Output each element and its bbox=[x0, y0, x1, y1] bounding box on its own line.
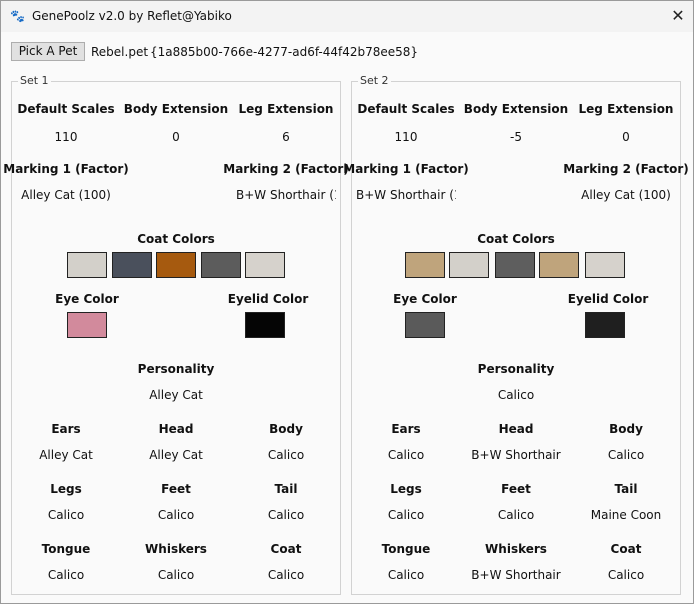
set1-group: Set 1 Default Scales Body Extension Leg … bbox=[3, 74, 349, 595]
ears-label: Ears bbox=[51, 422, 81, 436]
body-extension-value: -5 bbox=[510, 130, 522, 144]
marking2-label: Marking 2 (Factor) bbox=[563, 162, 689, 176]
head-label: Head bbox=[158, 422, 194, 436]
personality-label: Personality bbox=[137, 362, 215, 376]
tongue-value: Calico bbox=[47, 568, 85, 582]
close-icon[interactable]: ✕ bbox=[669, 7, 687, 25]
set1-title: Set 1 bbox=[18, 74, 51, 87]
head-value: Alley Cat bbox=[149, 448, 203, 462]
tongue-label: Tongue bbox=[381, 542, 431, 556]
eye-color-swatch[interactable] bbox=[405, 312, 445, 338]
whiskers-value: B+W Shorthair bbox=[471, 568, 561, 582]
coat-value: Calico bbox=[267, 568, 305, 582]
coat-label: Coat bbox=[610, 542, 642, 556]
body-extension-label: Body Extension bbox=[463, 102, 569, 116]
body-label: Body bbox=[269, 422, 303, 436]
personality-value: Calico bbox=[497, 388, 535, 402]
coat-color-swatch-2[interactable] bbox=[112, 252, 152, 278]
feet-label: Feet bbox=[161, 482, 191, 496]
legs-value: Calico bbox=[387, 508, 425, 522]
coat-value: Calico bbox=[607, 568, 645, 582]
marking2-value: Alley Cat (100) bbox=[581, 188, 671, 202]
leg-extension-label: Leg Extension bbox=[578, 102, 674, 116]
coat-color-swatch-1[interactable] bbox=[67, 252, 107, 278]
ears-label: Ears bbox=[391, 422, 421, 436]
coat-color-swatch-3[interactable] bbox=[495, 252, 535, 278]
personality-label: Personality bbox=[477, 362, 555, 376]
tongue-value: Calico bbox=[387, 568, 425, 582]
leg-extension-label: Leg Extension bbox=[238, 102, 334, 116]
tail-label: Tail bbox=[274, 482, 298, 496]
title-bar: 🐾 GenePoolz v2.0 by Reflet@Yabiko ✕ bbox=[1, 1, 693, 32]
body-value: Calico bbox=[267, 448, 305, 462]
ears-value: Alley Cat bbox=[39, 448, 93, 462]
default-scales-value: 110 bbox=[54, 130, 78, 144]
set2-title: Set 2 bbox=[358, 74, 391, 87]
whiskers-value: Calico bbox=[157, 568, 195, 582]
tongue-label: Tongue bbox=[41, 542, 91, 556]
marking1-value: B+W Shorthair (100) bbox=[356, 188, 456, 202]
ears-value: Calico bbox=[387, 448, 425, 462]
set2-group: Set 2 Default Scales Body Extension Leg … bbox=[343, 74, 689, 595]
window-title: GenePoolz v2.0 by Reflet@Yabiko bbox=[32, 9, 232, 23]
body-extension-label: Body Extension bbox=[123, 102, 229, 116]
legs-value: Calico bbox=[47, 508, 85, 522]
legs-label: Legs bbox=[390, 482, 422, 496]
legs-label: Legs bbox=[50, 482, 82, 496]
head-label: Head bbox=[498, 422, 534, 436]
eye-color-label: Eye Color bbox=[55, 292, 119, 306]
eye-color-label: Eye Color bbox=[393, 292, 457, 306]
coat-colors-label: Coat Colors bbox=[477, 232, 555, 246]
tail-value: Maine Coon bbox=[590, 508, 662, 522]
file-name: Rebel.pet bbox=[91, 45, 149, 59]
paw-icon: 🐾 bbox=[10, 9, 25, 23]
head-value: B+W Shorthair bbox=[471, 448, 561, 462]
coat-color-swatch-5[interactable] bbox=[245, 252, 285, 278]
coat-label: Coat bbox=[270, 542, 302, 556]
tail-value: Calico bbox=[267, 508, 305, 522]
leg-extension-value: 0 bbox=[622, 130, 630, 144]
pet-guid: {1a885b00-766e-4277-ad6f-44f42b78ee58} bbox=[150, 45, 419, 59]
marking1-value: Alley Cat (100) bbox=[21, 188, 111, 202]
app-window: 🐾 GenePoolz v2.0 by Reflet@Yabiko ✕ Pick… bbox=[0, 0, 694, 604]
marking2-value: B+W Shorthair (100) bbox=[236, 188, 336, 202]
feet-value: Calico bbox=[157, 508, 195, 522]
coat-color-swatch-2[interactable] bbox=[449, 252, 489, 278]
default-scales-label: Default Scales bbox=[17, 102, 115, 116]
whiskers-label: Whiskers bbox=[485, 542, 547, 556]
coat-color-swatch-4[interactable] bbox=[539, 252, 579, 278]
coat-color-swatch-4[interactable] bbox=[201, 252, 241, 278]
coat-color-swatch-5[interactable] bbox=[585, 252, 625, 278]
eyelid-color-swatch[interactable] bbox=[585, 312, 625, 338]
client-area: Pick A Pet Rebel.pet {1a885b00-766e-4277… bbox=[1, 32, 693, 603]
body-value: Calico bbox=[607, 448, 645, 462]
body-label: Body bbox=[609, 422, 643, 436]
pick-pet-button[interactable]: Pick A Pet bbox=[11, 42, 85, 61]
coat-color-swatch-3[interactable] bbox=[156, 252, 196, 278]
coat-colors-label: Coat Colors bbox=[137, 232, 215, 246]
eyelid-color-label: Eyelid Color bbox=[227, 292, 309, 306]
personality-value: Alley Cat bbox=[149, 388, 203, 402]
marking1-label: Marking 1 (Factor) bbox=[343, 162, 469, 176]
default-scales-label: Default Scales bbox=[357, 102, 455, 116]
coat-color-swatch-1[interactable] bbox=[405, 252, 445, 278]
body-extension-value: 0 bbox=[172, 130, 180, 144]
marking1-label: Marking 1 (Factor) bbox=[3, 162, 129, 176]
whiskers-label: Whiskers bbox=[145, 542, 207, 556]
eye-color-swatch[interactable] bbox=[67, 312, 107, 338]
feet-value: Calico bbox=[497, 508, 535, 522]
tail-label: Tail bbox=[614, 482, 638, 496]
eyelid-color-swatch[interactable] bbox=[245, 312, 285, 338]
feet-label: Feet bbox=[501, 482, 531, 496]
marking2-label: Marking 2 (Factor) bbox=[223, 162, 349, 176]
eyelid-color-label: Eyelid Color bbox=[567, 292, 649, 306]
leg-extension-value: 6 bbox=[282, 130, 290, 144]
default-scales-value: 110 bbox=[394, 130, 418, 144]
